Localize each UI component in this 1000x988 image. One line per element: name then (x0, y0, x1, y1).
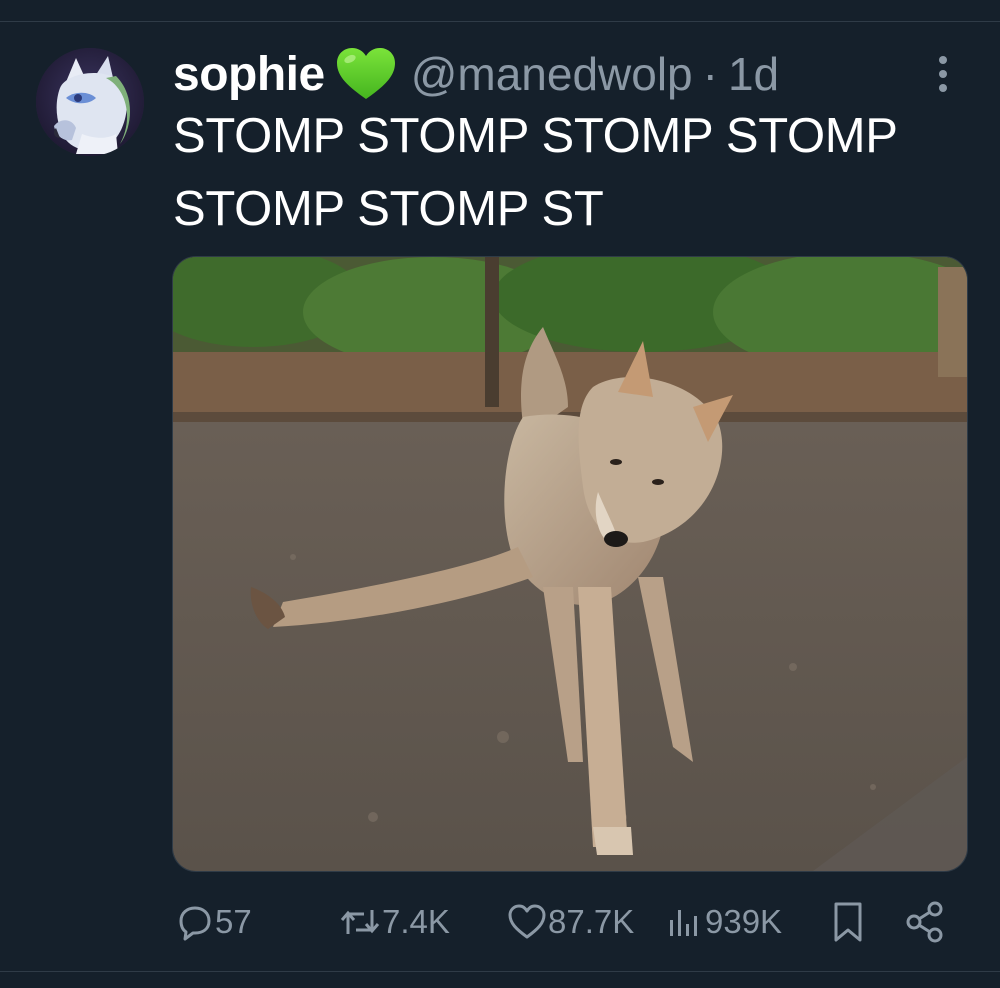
tweet-media[interactable] (172, 256, 968, 872)
views-button[interactable]: 939K (665, 892, 782, 952)
share-button[interactable] (905, 892, 945, 952)
action-bar: 57 7.4K 87.7K 939K (0, 892, 1000, 952)
repost-button[interactable]: 7.4K (338, 892, 450, 952)
timestamp[interactable]: 1d (728, 47, 779, 101)
handle[interactable]: @manedwolp (411, 47, 693, 101)
avatar-illustration (36, 48, 144, 156)
top-divider (0, 21, 1000, 22)
more-options-icon[interactable] (930, 52, 956, 96)
separator-dot: · (702, 48, 718, 100)
reply-count: 57 (215, 903, 252, 940)
repost-icon (340, 910, 380, 934)
display-name[interactable]: sophie (173, 47, 325, 102)
bookmark-button[interactable] (830, 892, 866, 952)
tweet-text: STOMP STOMP STOMP STOMP STOMP STOMP ST (173, 109, 897, 236)
bookmark-icon (834, 902, 862, 942)
like-heart-icon (508, 904, 546, 939)
reply-button[interactable]: 57 (175, 892, 252, 952)
like-button[interactable]: 87.7K (506, 892, 634, 952)
tweet-header: sophie @manedwolp · 1d (173, 44, 779, 104)
wolf-photo (173, 257, 967, 871)
repost-count: 7.4K (382, 903, 450, 940)
views-count: 939K (705, 903, 783, 940)
reply-icon (179, 906, 211, 941)
avatar[interactable] (36, 48, 144, 156)
like-count: 87.7K (548, 903, 635, 940)
green-heart-icon (336, 48, 395, 99)
share-icon (906, 901, 943, 943)
views-chart-icon (670, 910, 697, 936)
bottom-divider (0, 971, 1000, 972)
